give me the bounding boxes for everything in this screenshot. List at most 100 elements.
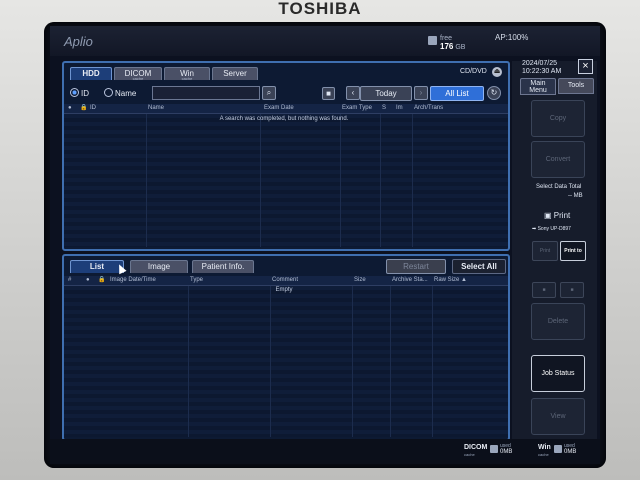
- stop-icon[interactable]: ■: [322, 87, 335, 100]
- search-input[interactable]: [152, 86, 260, 100]
- restart-button[interactable]: Restart: [386, 259, 446, 274]
- select-data-total-label: Select Data Total: [536, 184, 582, 190]
- header-lock-icon: 🔒: [98, 277, 106, 283]
- select-all-button[interactable]: Select All: [452, 259, 506, 274]
- study-table-header: ● 🔒 ID Name Exam Date Exam Type S Im Arc…: [64, 104, 508, 114]
- tab-dicom-sub: cache: [132, 76, 144, 81]
- date-time: 2024/07/25 10:22:30 AM: [522, 60, 561, 76]
- dicom-cache-label: DICOM cache: [464, 444, 487, 458]
- radio-name[interactable]: Name: [104, 88, 136, 98]
- col-divider: [188, 286, 189, 437]
- image-table-header: # ● 🔒 Image Date/Time Type Comment Size …: [64, 276, 508, 286]
- header-archive-status[interactable]: Archive Sta...: [392, 276, 428, 285]
- header-id[interactable]: ID: [90, 104, 96, 113]
- dicom-used: used 0MB: [500, 443, 512, 455]
- header-lock-icon: 🔒: [80, 105, 88, 111]
- col-divider: [270, 286, 271, 437]
- printer-selector[interactable]: ➡ Sony UP-D897: [532, 226, 571, 232]
- printer-icon: ▣: [544, 211, 552, 220]
- radio-name-dot: [104, 88, 113, 97]
- tab-main-menu[interactable]: Main Menu: [520, 78, 556, 95]
- col-divider: [352, 286, 353, 437]
- top-bar: Aplio free 176 GB AP:100%: [50, 26, 600, 56]
- col-divider: [390, 286, 391, 437]
- free-space: free 176 GB: [440, 35, 465, 52]
- study-table-body: [64, 114, 508, 247]
- header-select-dot[interactable]: ●: [68, 104, 72, 113]
- today-button[interactable]: Today: [360, 86, 412, 101]
- image-table-body: [64, 286, 508, 437]
- radio-id[interactable]: ID: [70, 88, 89, 98]
- print-button[interactable]: Print: [532, 241, 558, 261]
- delete-button[interactable]: Delete: [531, 303, 585, 340]
- header-arch-trans[interactable]: Arch/Trans: [414, 104, 443, 113]
- tab-hdd[interactable]: HDD: [70, 67, 112, 80]
- next-day-button[interactable]: ›: [414, 86, 428, 100]
- win-used-value: 0MB: [564, 449, 577, 455]
- dicom-label: DICOM: [464, 444, 488, 451]
- col-divider: [412, 114, 413, 247]
- header-s[interactable]: S: [382, 104, 386, 113]
- printer-name: Sony UP-D897: [537, 226, 571, 232]
- copy-button[interactable]: Copy: [531, 100, 585, 137]
- win-used: used 0MB: [564, 443, 576, 455]
- time: 10:22:30 AM: [522, 68, 562, 75]
- header-im[interactable]: Im: [396, 104, 403, 113]
- col-divider: [260, 114, 261, 247]
- header-name[interactable]: Name: [148, 104, 164, 113]
- search-result-message: A search was completed, but nothing was …: [219, 116, 349, 122]
- radio-id-label: ID: [81, 89, 89, 98]
- tab-image[interactable]: Image: [130, 260, 188, 273]
- arrow-right-icon: ➡: [532, 226, 537, 232]
- stop-small-icon-2[interactable]: ■: [560, 282, 584, 298]
- header-exam-date[interactable]: Exam Date: [264, 104, 294, 113]
- dicom-used-value: 0MB: [500, 449, 513, 455]
- header-index[interactable]: #: [68, 276, 71, 285]
- eject-icon[interactable]: ⏏: [492, 67, 502, 77]
- free-label: free: [440, 35, 453, 42]
- print-heading: ▣ Print: [544, 211, 570, 220]
- ap-readout: AP:100%: [495, 33, 529, 42]
- radio-id-dot: [70, 88, 79, 97]
- header-size[interactable]: Size: [354, 276, 366, 285]
- header-image-datetime[interactable]: Image Date/Time: [110, 276, 156, 285]
- free-value: 176: [440, 42, 454, 51]
- print-to-button[interactable]: Print to: [560, 241, 586, 261]
- image-list-panel: List Image Patient Info. Restart Select …: [62, 254, 510, 441]
- select-data-total-value: -- MB: [568, 193, 583, 199]
- close-icon[interactable]: ×: [578, 59, 593, 74]
- header-comment[interactable]: Comment: [272, 276, 298, 285]
- all-list-button[interactable]: All List: [430, 86, 484, 101]
- tab-dicom-cache[interactable]: DICOM cache: [114, 67, 162, 81]
- header-raw-size[interactable]: Raw Size ▲: [434, 276, 467, 285]
- col-divider: [432, 286, 433, 437]
- tab-tools[interactable]: Tools: [558, 78, 594, 94]
- header-exam-type[interactable]: Exam Type: [342, 104, 372, 113]
- win-cache-icon: [554, 445, 562, 453]
- tab-image-label: Image: [147, 262, 171, 271]
- view-button[interactable]: View: [531, 398, 585, 435]
- radio-name-label: Name: [115, 89, 137, 98]
- stop-small-icon[interactable]: ■: [532, 282, 556, 298]
- tab-win-cache[interactable]: Win cache: [164, 67, 210, 81]
- tab-server-label: Server: [223, 69, 247, 78]
- date: 2024/07/25: [522, 60, 558, 67]
- convert-button[interactable]: Convert: [531, 141, 585, 178]
- status-footer: [50, 439, 600, 464]
- dicom-cache-icon: [490, 445, 498, 453]
- search-icon[interactable]: ⌕: [262, 86, 276, 100]
- dicom-sub: cache: [464, 452, 475, 457]
- header-select-dot[interactable]: ●: [86, 276, 90, 285]
- tab-server[interactable]: Server: [212, 67, 258, 80]
- job-status-button[interactable]: Job Status: [531, 355, 585, 392]
- col-divider: [146, 114, 147, 247]
- header-type[interactable]: Type: [190, 276, 203, 285]
- refresh-icon[interactable]: ↻: [487, 86, 501, 100]
- prev-day-button[interactable]: ‹: [346, 86, 360, 100]
- cd-dvd-label: CD/DVD: [460, 68, 487, 75]
- empty-message: Empty: [275, 287, 293, 293]
- tab-hdd-label: HDD: [82, 69, 100, 78]
- col-divider: [340, 114, 341, 247]
- win-sub: cache: [538, 452, 549, 457]
- tab-patient-info[interactable]: Patient Info.: [192, 260, 254, 273]
